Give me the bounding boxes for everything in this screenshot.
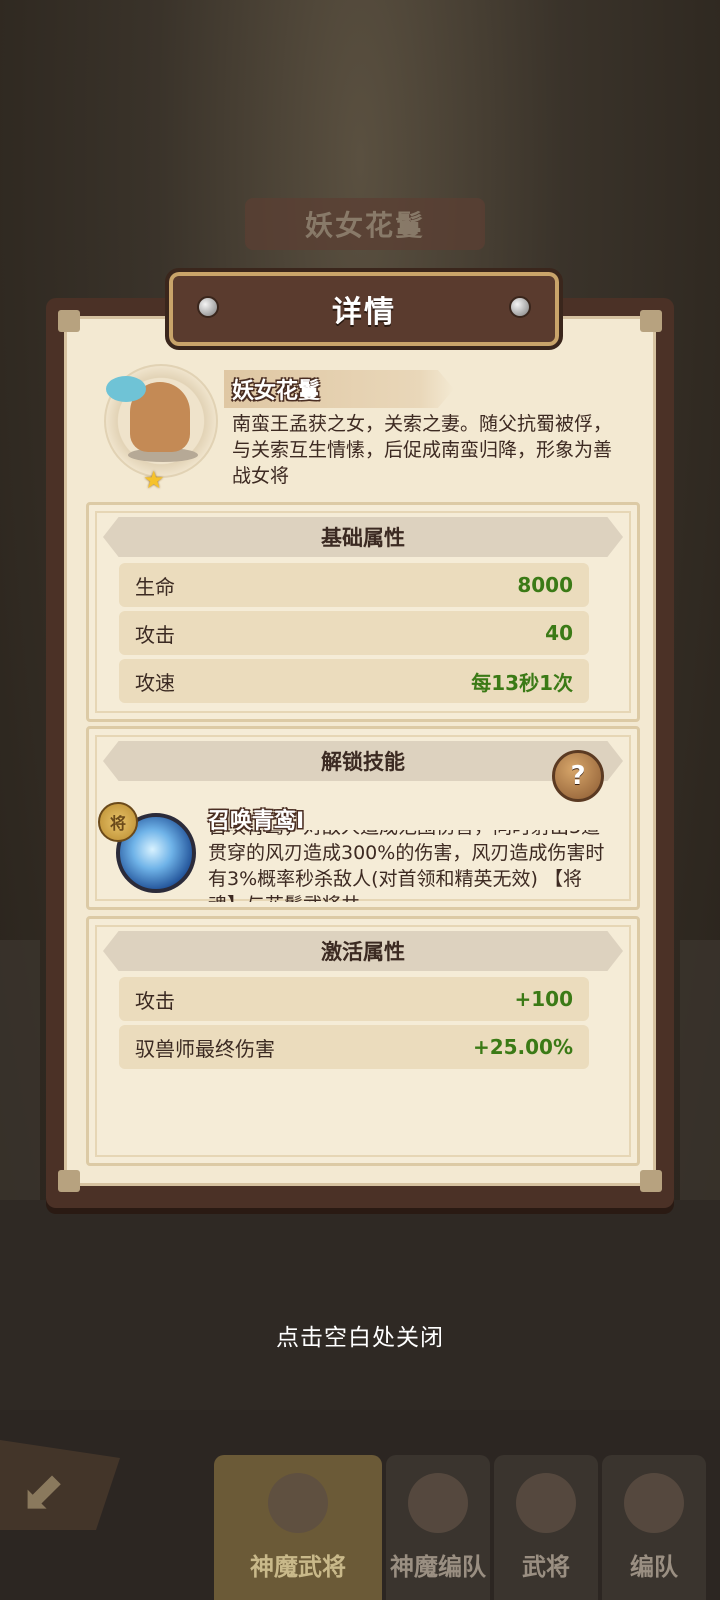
- stat-label: 攻击: [135, 622, 175, 647]
- stat-row-hp: 生命 8000: [119, 563, 589, 607]
- stat-label: 生命: [135, 574, 175, 599]
- tab-divine-formation[interactable]: 神魔编队: [386, 1455, 490, 1600]
- corner-ornament: [640, 310, 662, 332]
- tab-label: 神魔武将: [250, 1553, 346, 1581]
- corner-ornament: [640, 1170, 662, 1192]
- badge-label: 将: [109, 814, 126, 833]
- star-icon: ★: [143, 466, 165, 494]
- tab-divine-generals[interactable]: 神魔武将: [214, 1455, 382, 1600]
- section-header: 基础属性: [103, 517, 623, 557]
- divine-formation-icon: [408, 1473, 468, 1533]
- tab-label: 编队: [630, 1553, 678, 1581]
- modal-title: 详情: [332, 295, 396, 330]
- generals-icon: [516, 1473, 576, 1533]
- section-header: 激活属性: [103, 931, 623, 971]
- background-left-panel: [0, 940, 40, 1200]
- stat-label: 驭兽师最终伤害: [135, 1036, 275, 1061]
- stat-row-attack-bonus: 攻击 +100: [119, 977, 589, 1021]
- background-hero-banner: 妖女花鬘: [245, 198, 485, 250]
- background-right-panel: [680, 940, 720, 1200]
- base-attributes-section: 基础属性 生命 8000 攻击 40 攻速 每13秒1次: [86, 502, 640, 722]
- corner-ornament: [58, 1170, 80, 1192]
- tab-formation[interactable]: 编队: [602, 1455, 706, 1600]
- stat-row-attack: 攻击 40: [119, 611, 589, 655]
- hero-bird-figure: [106, 376, 146, 402]
- activate-attributes-section: 激活属性 攻击 +100 驭兽师最终伤害 +25.00%: [86, 916, 640, 1166]
- tab-generals[interactable]: 武将: [494, 1455, 598, 1600]
- stat-value: +100: [514, 987, 573, 1011]
- formation-icon: [624, 1473, 684, 1533]
- close-hint[interactable]: 点击空白处关闭: [0, 1318, 720, 1352]
- hero-description: 南蛮王孟获之女，关索之妻。随父抗蜀被俘，与关索互生情愫，后促成南蛮归降，形象为善…: [232, 413, 613, 487]
- skill-description: 召唤青鸾，对敌人造成范围伤害，同时射出3道贯穿的风刃造成300%的伤害，风刃造成…: [208, 830, 605, 902]
- divine-generals-icon: [268, 1473, 328, 1533]
- help-button[interactable]: ?: [552, 750, 604, 802]
- stat-label: 攻击: [135, 988, 175, 1013]
- question-icon: ?: [570, 761, 586, 791]
- stat-value: 8000: [517, 573, 573, 597]
- stat-label: 攻速: [135, 670, 175, 695]
- hero-name: 妖女花鬘: [232, 379, 321, 404]
- tab-label: 神魔编队: [390, 1553, 486, 1581]
- section-header: 解锁技能: [103, 741, 623, 781]
- background-dim-area[interactable]: [0, 1200, 720, 1410]
- tab-label: 武将: [522, 1553, 570, 1581]
- stat-value: +25.00%: [472, 1035, 573, 1059]
- stat-row-attack-speed: 攻速 每13秒1次: [119, 659, 589, 703]
- stat-value: 40: [545, 621, 573, 645]
- skill-description-scroll[interactable]: 召唤青鸾，对敌人造成范围伤害，同时射出3道贯穿的风刃造成300%的伤害，风刃造成…: [208, 830, 608, 902]
- corner-ornament: [58, 310, 80, 332]
- modal-title-plate: 详情: [165, 268, 563, 350]
- back-arrow-icon: ⬋: [20, 1460, 66, 1523]
- stat-row-tamer-damage: 驭兽师最终伤害 +25.00%: [119, 1025, 589, 1069]
- general-soul-badge-icon: 将: [98, 802, 138, 842]
- stat-value: 每13秒1次: [471, 670, 573, 695]
